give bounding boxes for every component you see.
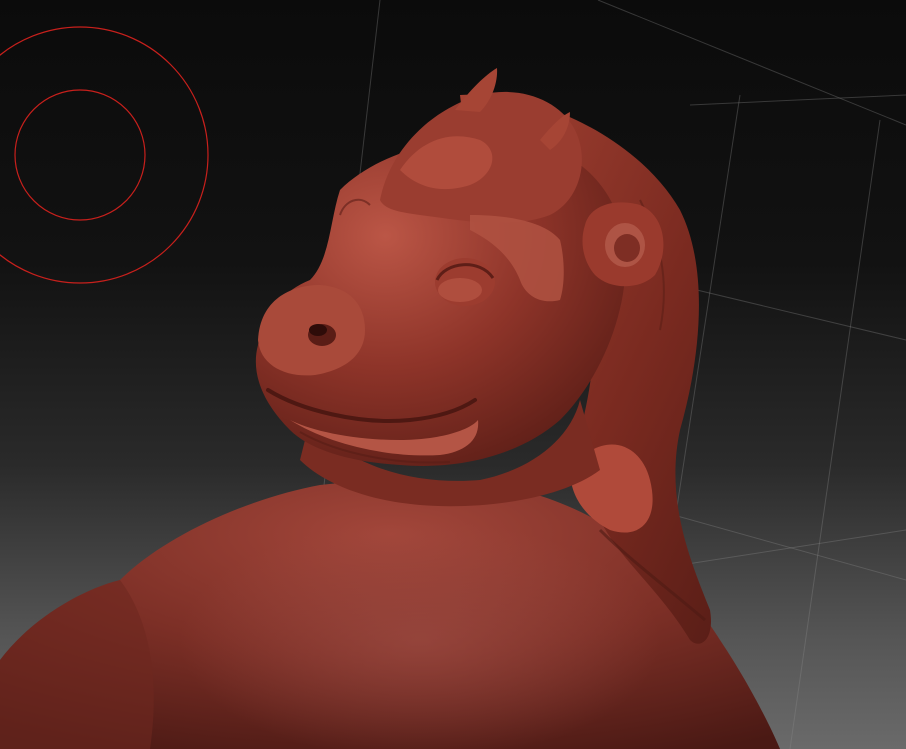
sculpt-model[interactable]	[0, 68, 780, 749]
brush-outer-radius-icon	[0, 26, 209, 284]
sculpt-viewport[interactable]	[0, 0, 906, 749]
brush-inner-radius-icon	[14, 89, 146, 221]
brush-cursor	[0, 26, 209, 284]
viewport-canvas[interactable]	[0, 0, 906, 749]
